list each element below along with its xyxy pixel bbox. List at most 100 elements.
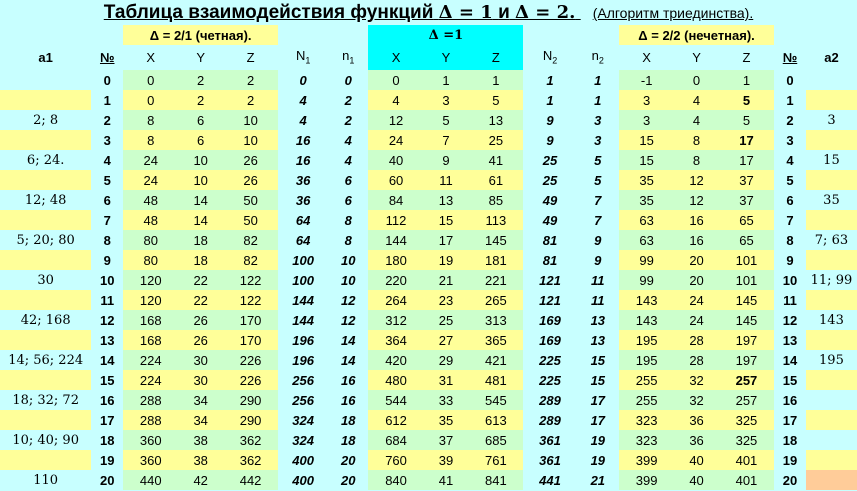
row-number-right: 7 [786, 212, 794, 228]
row-number-left: 0 [103, 72, 111, 88]
x-right-cell: 35 [619, 170, 675, 190]
x-left-cell: 360 [123, 430, 179, 450]
x-center-cell: 40 [368, 150, 424, 170]
header-x-center: X [368, 45, 424, 70]
x-right-cell: 143 [619, 310, 675, 330]
table-row: 42; 168 12 168 26 170 144 12 312 25 313 169 13 143 24… [0, 310, 857, 330]
row-number-right: 17 [782, 412, 798, 428]
row-number-right: 9 [786, 252, 794, 268]
z-right-cell: 325 [718, 430, 775, 450]
table-row: 18; 32; 72 16 288 34 290 256 16 544 33 545 289 17 25… [0, 390, 857, 410]
a1-cell [0, 90, 92, 110]
title-conjunction: и [498, 2, 510, 23]
nidx1-cell: 14 [341, 352, 356, 368]
n1-cell: 16 [295, 152, 311, 168]
header-a1: a1 [38, 50, 53, 65]
nidx2-cell: 5 [594, 172, 602, 188]
n1-cell: 144 [292, 312, 314, 328]
nidx2-cell: 1 [594, 72, 602, 88]
y-right-cell: 20 [674, 270, 719, 290]
x-right-cell: 399 [619, 470, 675, 490]
nidx2-cell: 11 [591, 292, 605, 308]
n1-cell: 4 [299, 92, 307, 108]
x-right-cell: 15 [619, 130, 675, 150]
y-left-cell: 14 [178, 210, 223, 230]
z-left-cell: 226 [222, 350, 279, 370]
y-right-cell: 8 [674, 150, 719, 170]
y-left-cell: 38 [178, 450, 223, 470]
z-left-cell: 170 [222, 310, 279, 330]
nidx1-cell: 18 [341, 432, 356, 448]
a1-cell: 110 [33, 472, 59, 488]
y-left-cell: 26 [178, 310, 223, 330]
z-left-cell: 50 [222, 210, 279, 230]
nidx1-cell: 20 [341, 452, 356, 468]
y-left-cell: 42 [178, 470, 223, 490]
a2-cell: 195 [819, 352, 844, 368]
nidx1-cell: 20 [341, 472, 356, 488]
row-number-right: 15 [782, 372, 798, 388]
row-number-right: 4 [786, 152, 794, 168]
header-z-right: Z [742, 50, 751, 65]
n1-cell: 100 [292, 272, 314, 288]
y-right-cell: 24 [674, 310, 719, 330]
x-center-cell: 264 [368, 290, 424, 310]
z-right-cell: 17 [718, 130, 775, 150]
y-right-cell: 28 [674, 330, 719, 350]
n2-cell: 289 [539, 392, 561, 408]
y-right-cell: 16 [674, 230, 719, 250]
nidx1-cell: 0 [344, 72, 352, 88]
y-left-cell: 22 [178, 270, 223, 290]
n2-cell: 225 [539, 352, 561, 368]
x-right-cell: 195 [619, 350, 675, 370]
y-right-cell: 24 [674, 290, 719, 310]
z-right-cell: 197 [718, 350, 775, 370]
a2-cell [806, 70, 857, 90]
z-right-cell: 325 [718, 410, 775, 430]
nidx1-cell: 16 [341, 392, 356, 408]
x-left-cell: 80 [123, 230, 179, 250]
y-left-cell: 34 [178, 410, 223, 430]
a1-cell [0, 330, 92, 350]
row-number-right: 0 [786, 72, 794, 88]
table-row: 9 80 18 82 100 10 180 19 181 81 9 99 20 101 9 [0, 250, 857, 270]
row-number-left: 12 [100, 312, 115, 328]
a2-cell: 35 [823, 192, 840, 208]
table-row: 7 48 14 50 64 8 112 15 113 49 7 63 16 65 7 [0, 210, 857, 230]
a1-cell [0, 70, 91, 90]
a1-cell [0, 410, 92, 430]
table-row: 2; 8 2 8 6 10 4 2 12 5 13 9 3 3 4 5 2 3 [0, 110, 857, 130]
n2-cell: 9 [546, 112, 554, 128]
z-center-cell: 113 [468, 210, 524, 230]
subheader-center-label: Δ =1 [428, 28, 464, 43]
y-left-cell: 6 [178, 110, 223, 130]
x-center-cell: 480 [368, 370, 424, 390]
y-left-cell: 22 [178, 290, 223, 310]
y-center-cell: 21 [423, 270, 469, 290]
n1-cell: 4 [299, 112, 307, 128]
n2-cell: 225 [539, 372, 561, 388]
n2-cell: 25 [542, 152, 558, 168]
row-number-left: 14 [100, 352, 115, 368]
z-right-cell: 257 [718, 370, 775, 390]
a1-cell [0, 170, 92, 190]
row-number-right: 19 [782, 452, 798, 468]
z-left-cell: 442 [222, 470, 279, 490]
y-center-cell: 5 [423, 110, 469, 130]
x-right-cell: -1 [619, 70, 675, 90]
n1-cell: 144 [292, 292, 314, 308]
x-right-cell: 323 [619, 430, 675, 450]
z-left-cell: 290 [222, 410, 279, 430]
x-left-cell: 168 [123, 330, 179, 350]
z-left-cell: 2 [222, 90, 279, 110]
header-num-right: № [782, 50, 798, 65]
y-right-cell: 36 [674, 410, 719, 430]
row-number-right: 1 [786, 92, 794, 108]
a1-cell: 14; 56; 224 [8, 352, 84, 368]
z-center-cell: 313 [468, 310, 524, 330]
a2-cell [805, 410, 857, 430]
nidx1-cell: 2 [344, 112, 352, 128]
a2-cell [805, 470, 857, 490]
a1-cell: 30 [37, 272, 54, 288]
a2-cell [805, 210, 857, 230]
